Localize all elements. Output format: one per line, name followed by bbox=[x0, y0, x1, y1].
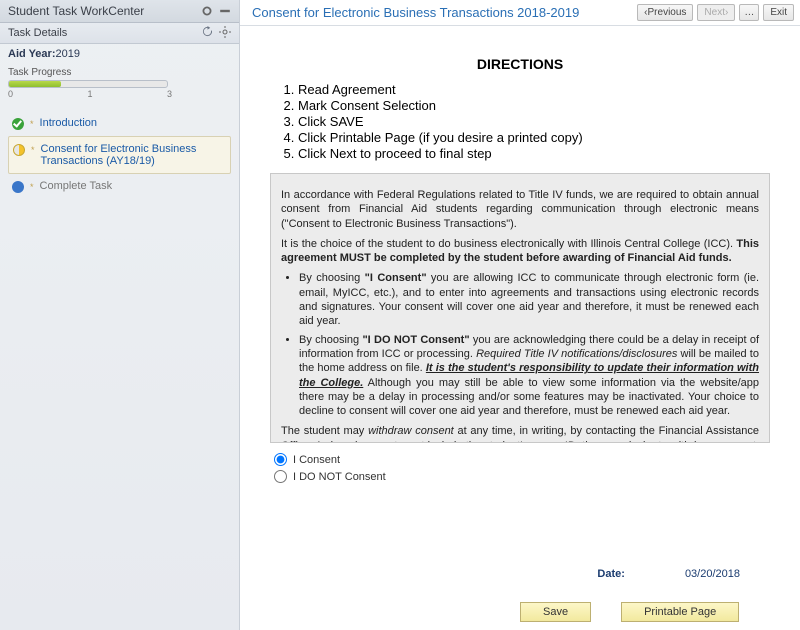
sidebar: Student Task WorkCenter Task Details Aid… bbox=[0, 0, 240, 630]
aid-year-value: 2019 bbox=[56, 48, 80, 60]
date-value: 03/20/2018 bbox=[685, 568, 740, 580]
more-button[interactable]: … bbox=[739, 4, 759, 21]
choice-label: I DO NOT Consent bbox=[293, 471, 386, 483]
agreement-bullets: By choosing "I Consent" you are allowing… bbox=[299, 271, 759, 418]
directions-list: Read Agreement Mark Consent Selection Cl… bbox=[298, 82, 770, 161]
sidebar-body: Aid Year:2019 Task Progress 0 1 3 * Intr… bbox=[0, 44, 239, 203]
close-icon[interactable] bbox=[219, 5, 231, 17]
aid-year-row: Aid Year:2019 bbox=[8, 48, 231, 60]
tick-2: 3 bbox=[167, 89, 172, 99]
printable-page-button[interactable]: Printable Page bbox=[621, 602, 739, 622]
bullet-consent: By choosing "I Consent" you are allowing… bbox=[299, 271, 759, 328]
bullet-icon: * bbox=[31, 145, 35, 155]
save-button[interactable]: Save bbox=[520, 602, 591, 622]
direction-item: Mark Consent Selection bbox=[298, 98, 770, 113]
choice-no-consent[interactable]: I DO NOT Consent bbox=[274, 470, 770, 483]
sidebar-title-bar: Student Task WorkCenter bbox=[0, 0, 239, 23]
next-button[interactable]: Next› bbox=[697, 4, 735, 21]
pending-icon bbox=[12, 181, 24, 193]
collapse-icon[interactable] bbox=[201, 5, 213, 17]
action-buttons: Save Printable Page bbox=[520, 602, 739, 622]
agreement-para: The student may withdraw consent at any … bbox=[281, 424, 759, 443]
direction-item: Click SAVE bbox=[298, 114, 770, 129]
step-label: Consent for Electronic Business Transact… bbox=[41, 143, 226, 167]
check-icon bbox=[12, 118, 24, 130]
task-details-label: Task Details bbox=[8, 27, 67, 39]
progress-ticks: 0 1 3 bbox=[8, 89, 172, 99]
main-pane: Consent for Electronic Business Transact… bbox=[240, 0, 800, 630]
txt: Although you may still be able to view s… bbox=[299, 377, 759, 418]
task-details-header: Task Details bbox=[0, 23, 239, 44]
refresh-icon[interactable] bbox=[202, 26, 213, 40]
progress-row: Task Progress 0 1 3 bbox=[8, 66, 231, 99]
bold-txt: "I Consent" bbox=[365, 272, 427, 284]
choice-label: I Consent bbox=[293, 454, 340, 466]
step-consent[interactable]: * Consent for Electronic Business Transa… bbox=[8, 136, 231, 174]
bold-txt: "I DO NOT Consent" bbox=[362, 334, 469, 346]
progress-bar bbox=[8, 80, 168, 88]
choice-consent[interactable]: I Consent bbox=[274, 453, 770, 466]
agreement-para: In accordance with Federal Regulations r… bbox=[281, 188, 759, 231]
agreement-text[interactable]: In accordance with Federal Regulations r… bbox=[270, 173, 770, 443]
direction-item: Read Agreement bbox=[298, 82, 770, 97]
txt: It is the choice of the student to do bu… bbox=[281, 238, 736, 250]
previous-button[interactable]: ‹Previous bbox=[637, 4, 693, 21]
date-label: Date: bbox=[597, 568, 625, 580]
steps-list: * Introduction * Consent for Electronic … bbox=[8, 111, 231, 199]
direction-item: Click Printable Page (if you desire a pr… bbox=[298, 130, 770, 145]
content-area: DIRECTIONS Read Agreement Mark Consent S… bbox=[240, 26, 800, 497]
txt: By choosing bbox=[299, 334, 362, 346]
txt: By choosing bbox=[299, 272, 365, 284]
bullet-icon: * bbox=[30, 182, 34, 192]
progress-fill bbox=[9, 81, 61, 87]
tick-1: 1 bbox=[87, 89, 92, 99]
txt: The student may bbox=[281, 425, 368, 437]
ital-txt: withdraw consent bbox=[368, 425, 454, 437]
bullet-icon: * bbox=[30, 119, 34, 129]
date-row: Date: 03/20/2018 bbox=[597, 568, 740, 580]
step-label: Introduction bbox=[40, 117, 97, 129]
step-introduction[interactable]: * Introduction bbox=[8, 111, 231, 136]
direction-item: Click Next to proceed to final step bbox=[298, 146, 770, 161]
aid-year-label: Aid Year: bbox=[8, 48, 56, 60]
top-bar: Consent for Electronic Business Transact… bbox=[240, 0, 800, 26]
ital-txt: Required Title IV notifications/disclosu… bbox=[476, 348, 677, 360]
tick-0: 0 bbox=[8, 89, 13, 99]
bullet-no-consent: By choosing "I DO NOT Consent" you are a… bbox=[299, 333, 759, 419]
sidebar-title: Student Task WorkCenter bbox=[8, 4, 144, 18]
directions-heading: DIRECTIONS bbox=[270, 56, 770, 72]
progress-label: Task Progress bbox=[8, 67, 71, 78]
radio-consent[interactable] bbox=[274, 453, 287, 466]
agreement-para: It is the choice of the student to do bu… bbox=[281, 237, 759, 266]
half-progress-icon bbox=[13, 144, 25, 156]
page-title: Consent for Electronic Business Transact… bbox=[252, 5, 579, 20]
step-label: Complete Task bbox=[40, 180, 113, 192]
exit-button[interactable]: Exit bbox=[763, 4, 794, 21]
consent-choices: I Consent I DO NOT Consent bbox=[274, 453, 770, 483]
radio-no-consent[interactable] bbox=[274, 470, 287, 483]
nav-buttons: ‹Previous Next› … Exit bbox=[637, 4, 794, 21]
gear-icon[interactable] bbox=[219, 26, 231, 38]
step-complete[interactable]: * Complete Task bbox=[8, 174, 231, 199]
